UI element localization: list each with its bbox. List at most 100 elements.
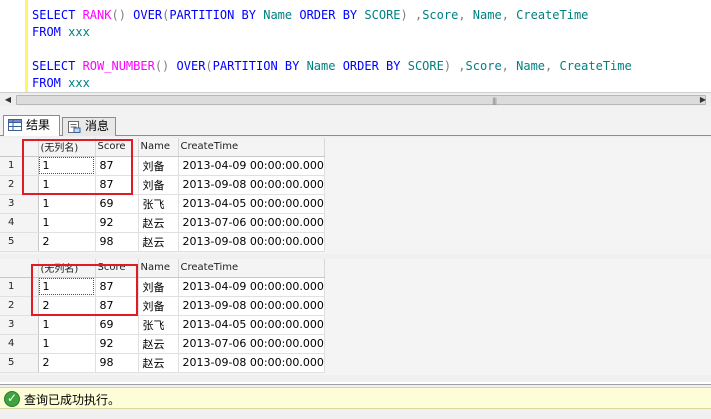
sql-line[interactable]: SELECT ROW_NUMBER() OVER(PARTITION BY Na…: [32, 58, 632, 75]
table-cell[interactable]: 2013-04-05 00:00:00.000: [178, 315, 325, 335]
table-cell[interactable]: 2013-09-08 00:00:00.000: [178, 175, 325, 195]
table-cell[interactable]: 赵云: [138, 334, 179, 354]
sql-token: (: [205, 59, 213, 73]
table-cell[interactable]: 刘备: [138, 277, 179, 297]
sql-token: Name: [263, 8, 300, 22]
table-row[interactable]: 2 1 87 刘备 2013-09-08 00:00:00.000: [0, 175, 325, 195]
table-cell[interactable]: 2013-04-05 00:00:00.000: [178, 194, 325, 214]
sql-token: Score: [422, 8, 459, 22]
row-number-header[interactable]: 1: [0, 156, 39, 176]
table-row[interactable]: 3 1 69 张飞 2013-04-05 00:00:00.000: [0, 194, 325, 214]
change-tracking-bar: [25, 0, 28, 92]
table-cell[interactable]: 2013-04-09 00:00:00.000: [178, 277, 325, 297]
table-cell[interactable]: 刘备: [138, 156, 179, 176]
table-cell[interactable]: 张飞: [138, 194, 179, 214]
table-cell[interactable]: 69: [95, 194, 139, 214]
sql-token: PARTITION BY: [169, 8, 264, 22]
sql-line[interactable]: [32, 41, 632, 58]
table-cell[interactable]: 98: [95, 353, 139, 373]
table-cell[interactable]: 2: [38, 353, 96, 373]
table-cell[interactable]: 1: [38, 156, 96, 176]
table-cell[interactable]: 87: [95, 277, 139, 297]
row-number-header[interactable]: 4: [0, 213, 39, 233]
column-header[interactable]: Name: [138, 138, 179, 157]
column-header[interactable]: (无列名): [38, 259, 96, 278]
column-header[interactable]: Score: [95, 259, 139, 278]
table-row[interactable]: 5 2 98 赵云 2013-09-08 00:00:00.000: [0, 353, 325, 373]
sql-line[interactable]: SELECT RANK() OVER(PARTITION BY Name ORD…: [32, 7, 632, 24]
table-cell[interactable]: 69: [95, 315, 139, 335]
column-header[interactable]: CreateTime: [178, 138, 325, 157]
sql-token: PARTITION BY: [212, 59, 307, 73]
table-cell[interactable]: 赵云: [138, 213, 179, 233]
table-row[interactable]: 1 1 87 刘备 2013-04-09 00:00:00.000: [0, 156, 325, 176]
table-row[interactable]: 5 2 98 赵云 2013-09-08 00:00:00.000: [0, 232, 325, 252]
table-cell[interactable]: 2013-09-08 00:00:00.000: [178, 232, 325, 252]
table-row[interactable]: 3 1 69 张飞 2013-04-05 00:00:00.000: [0, 315, 325, 335]
sql-code[interactable]: SELECT RANK() OVER(PARTITION BY Name ORD…: [32, 7, 632, 92]
row-number-header[interactable]: 1: [0, 277, 39, 297]
sql-line[interactable]: FROM xxx: [32, 24, 632, 41]
scroll-right-arrow-icon[interactable]: ▶: [697, 95, 709, 105]
table-row[interactable]: 4 1 92 赵云 2013-07-06 00:00:00.000: [0, 213, 325, 233]
sql-token: xxx: [68, 76, 90, 90]
grid-corner-header[interactable]: [0, 259, 39, 278]
table-cell[interactable]: 2: [38, 296, 96, 316]
row-number-header[interactable]: 2: [0, 296, 39, 316]
sql-line[interactable]: FROM xxx: [32, 75, 632, 92]
column-header[interactable]: Name: [138, 259, 179, 278]
column-header[interactable]: (无列名): [38, 138, 96, 157]
column-header[interactable]: CreateTime: [178, 259, 325, 278]
scroll-left-arrow-icon[interactable]: ◀: [2, 95, 14, 105]
table-cell[interactable]: 1: [38, 334, 96, 354]
row-number-header[interactable]: 3: [0, 194, 39, 214]
row-number-header[interactable]: 3: [0, 315, 39, 335]
table-cell[interactable]: 87: [95, 156, 139, 176]
success-check-icon: ✓: [4, 391, 20, 407]
table-cell[interactable]: 2013-09-08 00:00:00.000: [178, 296, 325, 316]
table-cell[interactable]: 2013-04-09 00:00:00.000: [178, 156, 325, 176]
table-cell[interactable]: 2: [38, 232, 96, 252]
table-cell[interactable]: 98: [95, 232, 139, 252]
table-cell[interactable]: 92: [95, 334, 139, 354]
row-number-header[interactable]: 5: [0, 353, 39, 373]
column-header[interactable]: Score: [95, 138, 139, 157]
sql-token: ) ,: [443, 59, 466, 73]
table-row[interactable]: 2 2 87 刘备 2013-09-08 00:00:00.000: [0, 296, 325, 316]
table-cell[interactable]: 刘备: [138, 296, 179, 316]
grid-corner-header[interactable]: [0, 138, 39, 157]
table-cell[interactable]: 赵云: [138, 232, 179, 252]
table-cell[interactable]: 2013-07-06 00:00:00.000: [178, 334, 325, 354]
results-pane: (无列名) Score Name CreateTime 1 1 87 刘备 2013-04-09…: [0, 136, 711, 382]
table-cell[interactable]: 刘备: [138, 175, 179, 195]
table-cell[interactable]: 2013-09-08 00:00:00.000: [178, 353, 325, 373]
results-tab-strip: 结果 消息: [0, 114, 711, 137]
table-cell[interactable]: 87: [95, 296, 139, 316]
sql-token: Score: [465, 59, 502, 73]
table-row[interactable]: 4 1 92 赵云 2013-07-06 00:00:00.000: [0, 334, 325, 354]
table-cell[interactable]: 1: [38, 213, 96, 233]
table-cell[interactable]: 87: [95, 175, 139, 195]
row-number-header[interactable]: 5: [0, 232, 39, 252]
table-cell[interactable]: 张飞: [138, 315, 179, 335]
row-number-header[interactable]: 2: [0, 175, 39, 195]
tab-messages[interactable]: 消息: [62, 117, 116, 136]
table-row[interactable]: 1 1 87 刘备 2013-04-09 00:00:00.000: [0, 277, 325, 297]
table-cell[interactable]: 1: [38, 194, 96, 214]
table-cell[interactable]: 92: [95, 213, 139, 233]
row-number-header[interactable]: 4: [0, 334, 39, 354]
table-cell[interactable]: 1: [38, 277, 96, 297]
table-cell[interactable]: 1: [38, 315, 96, 335]
result-grid-row-number[interactable]: (无列名) Score Name CreateTime 1 1 87 刘备 2013-04-09…: [0, 259, 711, 375]
result-table: (无列名) Score Name CreateTime 1 1 87 刘备 2013-04-09…: [0, 138, 325, 252]
editor-horizontal-scrollbar[interactable]: ◀ ||| ▶: [0, 92, 711, 106]
table-cell[interactable]: 2013-07-06 00:00:00.000: [178, 213, 325, 233]
grid-icon: [8, 119, 22, 131]
table-cell[interactable]: 1: [38, 175, 96, 195]
scrollbar-thumb[interactable]: |||: [16, 95, 706, 105]
sql-editor[interactable]: SELECT RANK() OVER(PARTITION BY Name ORD…: [0, 0, 711, 92]
result-grid-rank[interactable]: (无列名) Score Name CreateTime 1 1 87 刘备 2013-04-09…: [0, 138, 711, 254]
table-cell[interactable]: 赵云: [138, 353, 179, 373]
tab-results[interactable]: 结果: [3, 115, 60, 137]
sql-token: ORDER BY: [342, 59, 408, 73]
